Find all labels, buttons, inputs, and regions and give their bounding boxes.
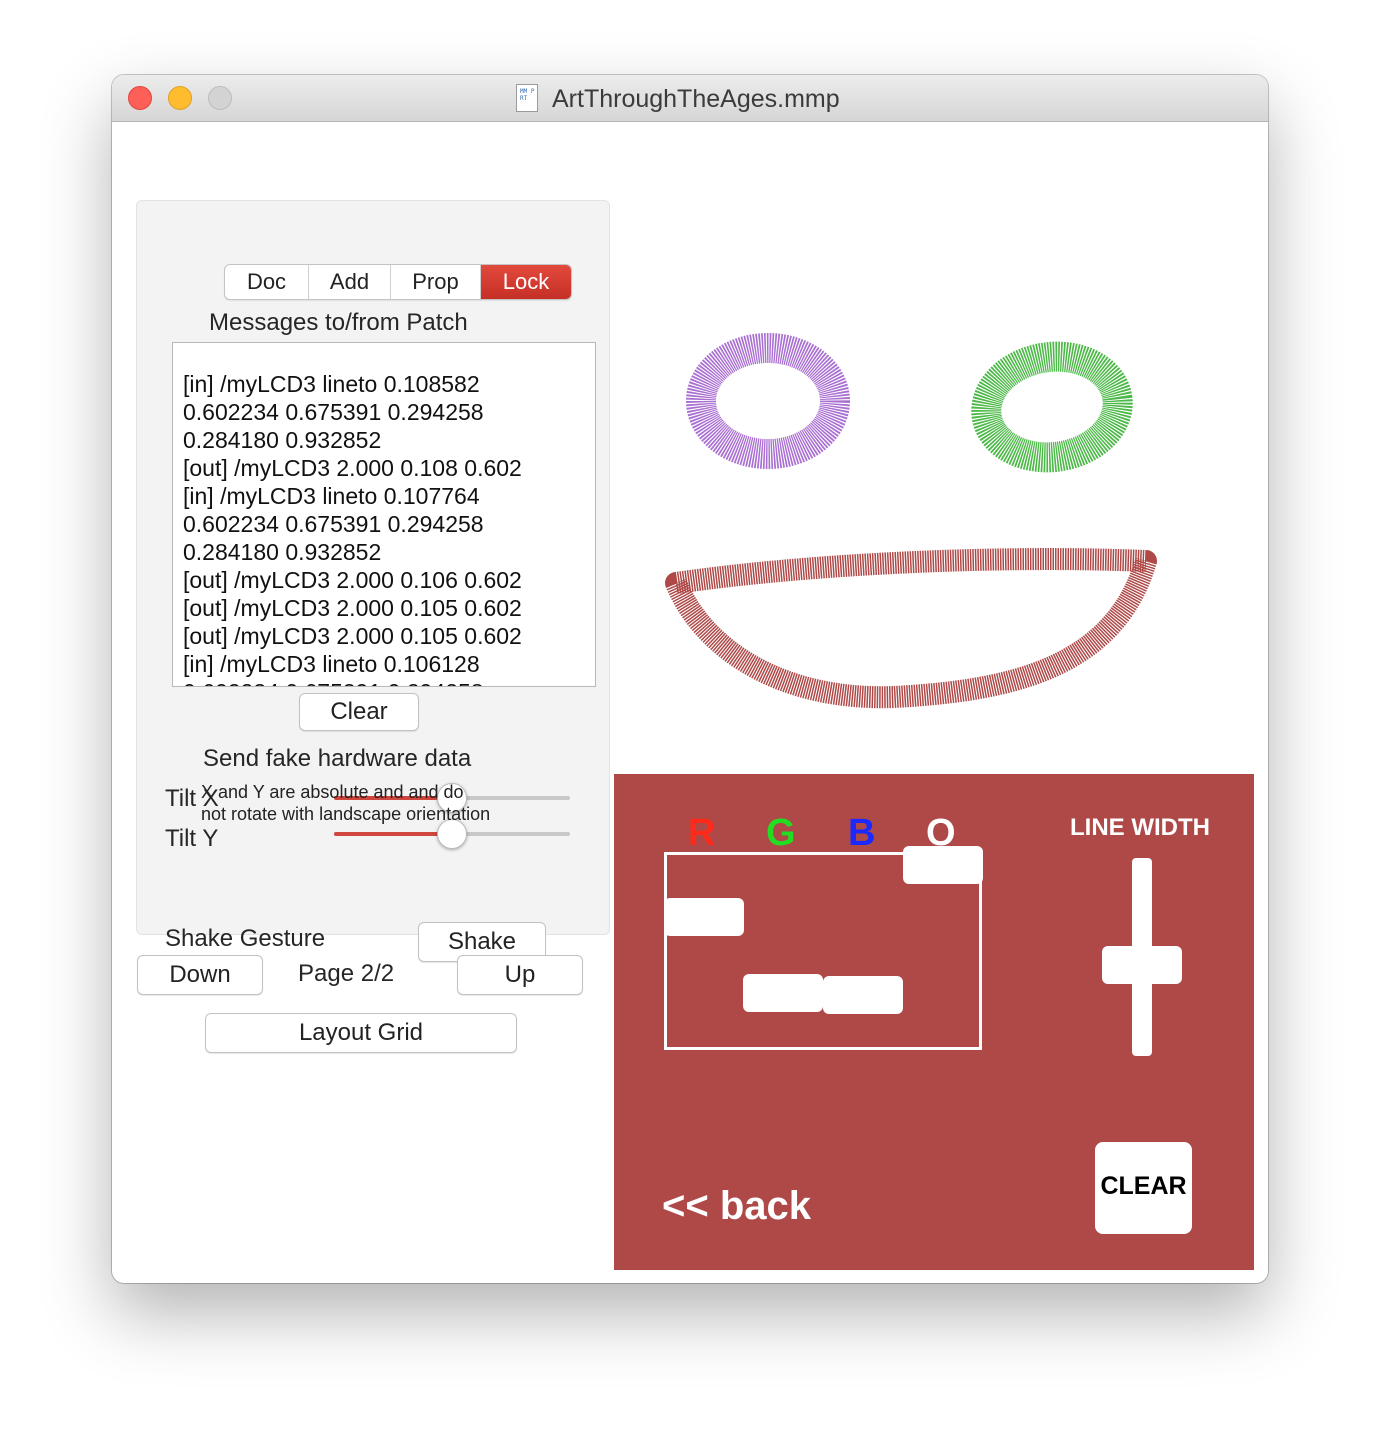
console-line: 0.284180 0.932852 bbox=[183, 427, 382, 453]
console-line: 0.602234 0.675391 0.294258 bbox=[183, 678, 595, 686]
left-eye-stroke bbox=[686, 333, 850, 469]
layout-grid-button[interactable]: Layout Grid bbox=[205, 1013, 517, 1053]
tilt-y-slider[interactable] bbox=[334, 819, 570, 849]
close-window-button[interactable] bbox=[128, 86, 152, 110]
window-content: Doc Add Prop Lock Messages to/from Patch… bbox=[112, 121, 1268, 1283]
tab-prop[interactable]: Prop bbox=[391, 265, 481, 299]
shake-gesture-label: Shake Gesture bbox=[165, 925, 326, 952]
messages-console[interactable]: [in] /myLCD3 lineto 0.108582 0.602234 0.… bbox=[172, 342, 596, 687]
console-line: [out] /myLCD3 2.000 0.105 0.602 bbox=[183, 623, 522, 649]
line-width-knob[interactable] bbox=[1102, 946, 1182, 984]
messages-heading: Messages to/from Patch bbox=[209, 309, 468, 336]
minimize-window-button[interactable] bbox=[168, 86, 192, 110]
console-line: [out] /myLCD3 2.000 0.105 0.602 bbox=[183, 595, 522, 621]
console-line: 0.602234 0.675391 0.294258 bbox=[183, 511, 484, 537]
clear-messages-button[interactable]: Clear bbox=[299, 693, 419, 731]
r-label: R bbox=[688, 812, 716, 854]
orientation-note: X and Y are absolute and and do not rota… bbox=[201, 781, 490, 825]
tilt-y-label: Tilt Y bbox=[165, 825, 219, 852]
right-eye-stroke bbox=[971, 341, 1133, 473]
drawing-canvas[interactable] bbox=[614, 231, 1254, 771]
hardware-heading: Send fake hardware data bbox=[203, 745, 472, 772]
instrument-panel: R G B O LINE WIDTH CLEAR << back bbox=[614, 774, 1254, 1270]
tab-add[interactable]: Add bbox=[309, 265, 391, 299]
orientation-note-line1: X and Y are absolute and and do bbox=[201, 782, 464, 802]
app-window: MM P RT ArtThroughTheAges.mmp Doc Add Pr… bbox=[112, 75, 1268, 1283]
back-button[interactable]: << back bbox=[662, 1184, 811, 1229]
page-indicator: Page 2/2 bbox=[298, 960, 395, 987]
mouth-stroke bbox=[665, 548, 1157, 709]
tilt-y-fill bbox=[334, 832, 452, 836]
editor-panel: Doc Add Prop Lock Messages to/from Patch… bbox=[136, 200, 610, 962]
g-slider-knob[interactable] bbox=[743, 974, 823, 1012]
g-label: G bbox=[766, 812, 796, 854]
mode-tabs: Doc Add Prop Lock bbox=[224, 264, 572, 300]
b-slider-knob[interactable] bbox=[823, 976, 903, 1014]
window-title: ArtThroughTheAges.mmp bbox=[552, 85, 840, 113]
console-line: [out] /myLCD3 2.000 0.106 0.602 bbox=[183, 567, 522, 593]
console-line: 0.602234 0.675391 0.294258 bbox=[183, 399, 484, 425]
zoom-window-button[interactable] bbox=[208, 86, 232, 110]
clear-canvas-button[interactable]: CLEAR bbox=[1095, 1142, 1192, 1234]
console-line: 0.284180 0.932852 bbox=[183, 539, 382, 565]
console-line: [in] /myLCD3 lineto 0.108582 bbox=[183, 371, 480, 397]
page-up-button[interactable]: Up bbox=[457, 955, 583, 995]
o-slider-knob[interactable] bbox=[903, 846, 983, 884]
orientation-note-line2: not rotate with landscape orientation bbox=[201, 804, 491, 824]
b-label: B bbox=[848, 812, 876, 854]
tab-lock[interactable]: Lock bbox=[481, 265, 571, 299]
r-slider-knob[interactable] bbox=[664, 898, 744, 936]
console-line: [in] /myLCD3 lineto 0.107764 bbox=[183, 483, 480, 509]
tab-doc[interactable]: Doc bbox=[225, 265, 309, 299]
title-bar: MM P RT ArtThroughTheAges.mmp bbox=[112, 75, 1268, 122]
console-line: [in] /myLCD3 lineto 0.106128 bbox=[183, 651, 480, 677]
console-line: [out] /myLCD3 2.000 0.108 0.602 bbox=[183, 455, 522, 481]
page-down-button[interactable]: Down bbox=[137, 955, 263, 995]
document-icon: MM P RT bbox=[516, 84, 538, 112]
line-width-label: LINE WIDTH bbox=[1070, 814, 1210, 841]
